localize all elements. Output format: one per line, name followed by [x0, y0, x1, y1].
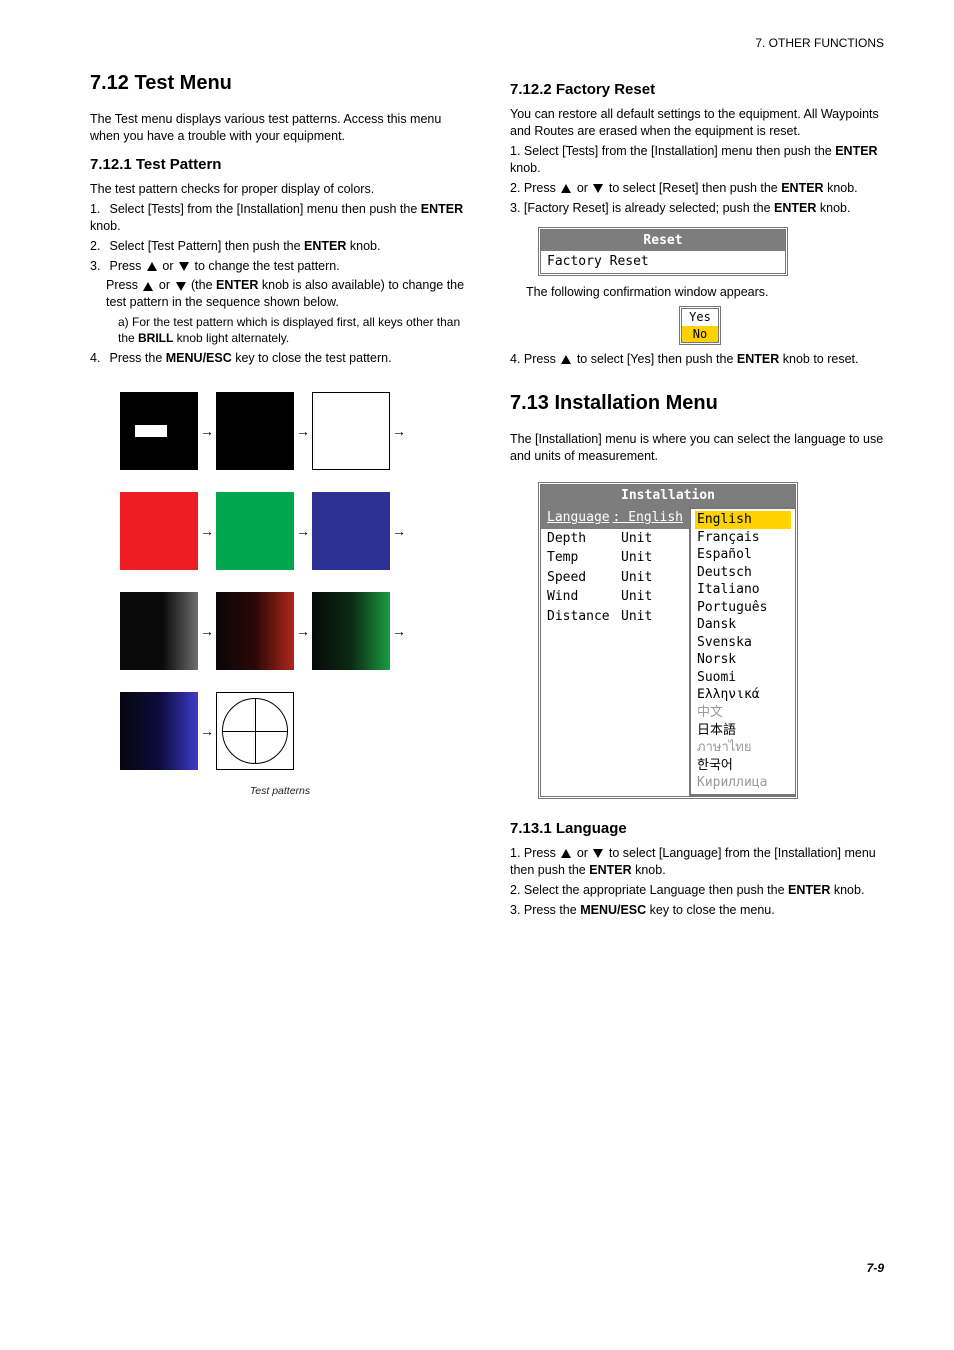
- step-num-4: 4.: [90, 350, 106, 367]
- step-1: 1. Select [Tests] from the [Installation…: [90, 201, 470, 235]
- step-3b: Press or (the ENTER knob is also availab…: [90, 277, 470, 311]
- lang-step-3: 3. Press the MENU/ESC key to close the m…: [510, 902, 890, 919]
- lang-step-1: 1. Press or to select [Language] from th…: [510, 845, 890, 879]
- yes-no-dialog[interactable]: Yes No: [679, 306, 721, 344]
- installation-settings-list: Language : English DepthUnitTempUnitSpee…: [541, 507, 689, 796]
- setting-row[interactable]: WindUnit: [541, 587, 689, 607]
- reset-step-2: 2. Press or to select [Reset] then push …: [510, 180, 890, 197]
- swatch-row-1: [120, 392, 470, 470]
- language-option[interactable]: Português: [695, 599, 791, 617]
- setting-row[interactable]: SpeedUnit: [541, 568, 689, 588]
- step-num-2: 2.: [90, 238, 106, 255]
- reset-step-4: 4. Press to select [Yes] then push the E…: [510, 351, 890, 368]
- arrow-down-icon: [176, 282, 186, 291]
- language-options-list[interactable]: EnglishFrançaisEspañolDeutschItalianoPor…: [689, 507, 795, 796]
- heading-factory-reset: 7.12.2 Factory Reset: [510, 80, 890, 100]
- swatch-row-3: [120, 592, 470, 670]
- body-test-pattern: The test pattern checks for proper displ…: [90, 181, 470, 198]
- arrow-up-icon: [143, 282, 153, 291]
- language-option[interactable]: Svenska: [695, 634, 791, 652]
- installation-panel[interactable]: Installation Language : English DepthUni…: [510, 482, 890, 798]
- page-header-right: 7. OTHER FUNCTIONS: [755, 35, 884, 51]
- arrow-right-icon: [294, 422, 312, 441]
- heading-language: 7.13.1 Language: [510, 819, 890, 839]
- arrow-up-icon: [561, 184, 571, 193]
- reset-step-3: 3. [Factory Reset] is already selected; …: [510, 200, 890, 217]
- reset-menu-item-factory-reset[interactable]: Factory Reset: [541, 251, 785, 273]
- arrow-right-icon: [294, 622, 312, 641]
- left-column: 7.12 Test Menu The Test menu displays va…: [90, 70, 470, 799]
- arrow-up-icon: [561, 849, 571, 858]
- installation-panel-title: Installation: [541, 485, 795, 507]
- language-option[interactable]: 中文: [695, 704, 791, 722]
- swatch-gradient-gray: [120, 592, 198, 670]
- setting-row[interactable]: DistanceUnit: [541, 607, 689, 627]
- arrow-down-icon: [179, 262, 189, 271]
- language-option[interactable]: 한국어: [695, 757, 791, 775]
- heading-test-menu: 7.12 Test Menu: [90, 70, 470, 97]
- language-option[interactable]: Ελληνικά: [695, 686, 791, 704]
- swatch-green: [216, 492, 294, 570]
- step-3-note: a) For the test pattern which is display…: [90, 314, 470, 346]
- step-4: 4. Press the MENU/ESC key to close the t…: [90, 350, 470, 367]
- arrow-down-icon: [593, 184, 603, 193]
- swatch-black-bar: [120, 392, 198, 470]
- swatch-gradient-green: [312, 592, 390, 670]
- lang-step-2: 2. Select the appropriate Language then …: [510, 882, 890, 899]
- arrow-up-icon: [147, 262, 157, 271]
- arrow-right-icon: [390, 622, 408, 641]
- setting-row[interactable]: TempUnit: [541, 548, 689, 568]
- step-num-3: 3.: [90, 258, 106, 275]
- swatch-blue: [312, 492, 390, 570]
- language-option[interactable]: English: [695, 511, 791, 529]
- page-number: 7-9: [867, 1260, 884, 1276]
- arrow-right-icon: [390, 422, 408, 441]
- arrow-up-icon: [561, 355, 571, 364]
- swatch-crosshair: [216, 692, 294, 770]
- heading-test-pattern: 7.12.1 Test Pattern: [90, 155, 470, 175]
- reset-menu-title: Reset: [541, 230, 785, 252]
- language-option[interactable]: Кириллица: [695, 774, 791, 792]
- setting-row[interactable]: DepthUnit: [541, 529, 689, 549]
- figure-caption: Test patterns: [90, 784, 470, 798]
- arrow-right-icon: [198, 722, 216, 741]
- heading-installation-menu: 7.13 Installation Menu: [510, 390, 890, 417]
- swatch-white: [312, 392, 390, 470]
- test-pattern-figure: Test patterns: [120, 392, 470, 798]
- arrow-right-icon: [294, 522, 312, 541]
- language-option[interactable]: ภาษาไทย: [695, 739, 791, 757]
- swatch-gradient-red: [216, 592, 294, 670]
- swatch-black: [216, 392, 294, 470]
- step-num-1: 1.: [90, 201, 106, 218]
- language-option[interactable]: Italiano: [695, 581, 791, 599]
- step-2: 2. Select [Test Pattern] then push the E…: [90, 238, 470, 255]
- swatch-red: [120, 492, 198, 570]
- reset-menu[interactable]: Reset Factory Reset: [538, 227, 788, 276]
- body-installation-menu: The [Installation] menu is where you can…: [510, 431, 890, 465]
- arrow-right-icon: [198, 622, 216, 641]
- confirm-window-text: The following confirmation window appear…: [510, 284, 890, 301]
- arrow-right-icon: [198, 522, 216, 541]
- language-option[interactable]: Suomi: [695, 669, 791, 687]
- language-option[interactable]: Español: [695, 546, 791, 564]
- language-option[interactable]: Norsk: [695, 651, 791, 669]
- setting-language-row[interactable]: Language : English: [541, 507, 689, 529]
- swatch-row-4: [120, 692, 470, 770]
- swatch-row-2: [120, 492, 470, 570]
- language-option[interactable]: Français: [695, 529, 791, 547]
- arrow-down-icon: [593, 849, 603, 858]
- intro-test-menu: The Test menu displays various test patt…: [90, 111, 470, 145]
- reset-step-1: 1. Select [Tests] from the [Installation…: [510, 143, 890, 177]
- option-no[interactable]: No: [682, 326, 718, 342]
- step-3: 3. Press or to change the test pattern.: [90, 258, 470, 275]
- body-factory-reset: You can restore all default settings to …: [510, 106, 890, 140]
- arrow-right-icon: [390, 522, 408, 541]
- arrow-right-icon: [198, 422, 216, 441]
- language-option[interactable]: Deutsch: [695, 564, 791, 582]
- right-column: 7.12.2 Factory Reset You can restore all…: [510, 70, 890, 922]
- option-yes[interactable]: Yes: [682, 309, 718, 325]
- swatch-gradient-blue: [120, 692, 198, 770]
- language-option[interactable]: 日本語: [695, 722, 791, 740]
- language-option[interactable]: Dansk: [695, 616, 791, 634]
